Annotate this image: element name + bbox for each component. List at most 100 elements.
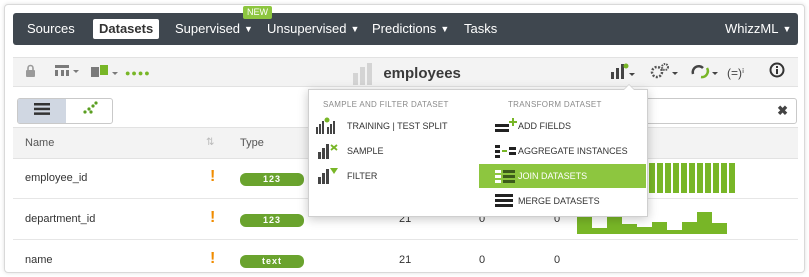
menu-label: JOIN DATASETS [518, 171, 588, 181]
formula-label: (=)ⁱ [727, 66, 745, 80]
merge-icon [494, 192, 518, 210]
menu-label: MERGE DATASETS [518, 196, 600, 206]
list-view-icon[interactable] [18, 99, 66, 123]
dataset-name: employees [383, 64, 461, 82]
dataset-bars-icon [353, 62, 374, 85]
histogram-bar [682, 222, 697, 234]
count-value: 21 [399, 254, 412, 266]
histogram-bar [637, 227, 652, 234]
menu-label: ADD FIELDS [518, 121, 572, 131]
lock-icon[interactable] [25, 64, 36, 82]
nav-predictions-label: Predictions [372, 21, 437, 36]
histogram-bar [622, 224, 637, 234]
column-type[interactable]: Type [240, 137, 264, 149]
histogram-bar [729, 163, 735, 193]
histogram-bar [577, 215, 592, 234]
nav-unsupervised-label: Unsupervised [267, 21, 347, 36]
menu-label: TRAINING | TEST SPLIT [347, 121, 448, 131]
menu-label: FILTER [347, 171, 378, 181]
dataset-actions-menu: SAMPLE AND FILTER DATASET TRANSFORM DATA… [308, 89, 648, 217]
histogram-bar [721, 163, 727, 193]
histogram-bar [592, 228, 607, 234]
warning-icon: ! [210, 209, 216, 226]
nav-tasks[interactable]: Tasks [464, 13, 497, 45]
nav-whizzml[interactable]: WhizzML ▼ [725, 13, 791, 45]
tree-icon[interactable] [53, 64, 79, 82]
cloud-refresh-icon[interactable] [689, 62, 719, 84]
menu-join-datasets[interactable]: JOIN DATASETS [479, 164, 646, 188]
histogram-bar [652, 222, 667, 234]
info-icon[interactable] [769, 62, 785, 84]
histogram-bar [697, 163, 703, 193]
missing-value: 0 [479, 254, 486, 266]
nav-datasets-label: Datasets [99, 21, 154, 36]
nav-supervised-label: Supervised [175, 21, 241, 36]
nav-supervised[interactable]: Supervised ▼ [175, 13, 253, 45]
view-toggle [17, 98, 113, 124]
nav-sources-label: Sources [27, 21, 75, 36]
scatter-view-icon[interactable] [66, 99, 112, 123]
histogram-bar [607, 215, 622, 234]
nav-whizzml-label: WhizzML [725, 21, 779, 36]
errors-value: 0 [554, 254, 561, 266]
histogram-bar [689, 163, 695, 193]
chart-icon[interactable] [609, 62, 635, 84]
add-fields-icon [494, 117, 518, 135]
menu-add-fields[interactable]: ADD FIELDS [486, 114, 646, 138]
dataset-toolbar: ●●●● employees (=)ⁱ [13, 57, 798, 87]
histogram-bar [657, 163, 663, 193]
dropdown-arrow [623, 84, 635, 90]
menu-aggregate-instances[interactable]: AGGREGATE INSTANCES [486, 139, 646, 163]
histogram-bar [665, 163, 671, 193]
type-badge: text [240, 255, 304, 268]
menu-label: AGGREGATE INSTANCES [518, 146, 628, 156]
caret-down-icon: ▼ [782, 24, 792, 34]
histogram-bar [649, 163, 655, 193]
formula-icon[interactable]: (=)ⁱ [727, 62, 744, 84]
nav-tasks-label: Tasks [464, 21, 498, 36]
caret-down-icon: ▼ [440, 24, 450, 34]
histogram-bar [713, 163, 719, 193]
section-transform: TRANSFORM DATASET [508, 100, 602, 109]
nav-datasets[interactable]: Datasets [93, 19, 160, 39]
menu-filter[interactable]: FILTER [315, 164, 475, 188]
clear-icon[interactable]: ✖ [777, 103, 788, 119]
aggregate-icon [494, 142, 518, 160]
join-icon [494, 167, 518, 185]
sample-icon [315, 142, 339, 160]
menu-sample[interactable]: SAMPLE [315, 139, 475, 163]
dataset-icon[interactable] [89, 64, 119, 82]
menu-training-test-split[interactable]: TRAINING | TEST SPLIT [315, 114, 475, 138]
histogram-bar [681, 163, 687, 193]
histogram-bar [712, 223, 727, 234]
dots-icon[interactable]: ●●●● [125, 64, 151, 82]
histogram-bar [667, 230, 682, 234]
dataset-title: employees [353, 62, 461, 85]
type-badge: 123 [240, 173, 304, 186]
table-row[interactable]: name ! text 21 0 0 [13, 241, 798, 272]
field-name[interactable]: department_id [25, 213, 95, 225]
search-input[interactable]: ✖ [645, 98, 797, 124]
sort-icon[interactable]: ⇅ [206, 137, 214, 148]
field-name[interactable]: employee_id [25, 172, 87, 184]
menu-label: SAMPLE [347, 146, 384, 156]
gear-icon[interactable] [649, 62, 679, 84]
histogram-bar [705, 163, 711, 193]
caret-down-icon: ▼ [350, 24, 360, 34]
menu-merge-datasets[interactable]: MERGE DATASETS [486, 189, 646, 213]
section-sample-filter: SAMPLE AND FILTER DATASET [323, 100, 449, 109]
column-name[interactable]: Name [25, 137, 54, 149]
warning-icon: ! [210, 168, 216, 185]
field-name[interactable]: name [25, 254, 53, 266]
split-icon [315, 117, 339, 135]
nav-unsupervised[interactable]: Unsupervised ▼ [267, 13, 359, 45]
nav-predictions[interactable]: Predictions ▼ [372, 13, 449, 45]
nav-sources[interactable]: Sources [27, 13, 75, 45]
histogram-bar [673, 163, 679, 193]
app-window: Sources Datasets Supervised ▼ NEW Unsuper… [4, 4, 805, 273]
warning-icon: ! [210, 250, 216, 267]
top-nav: Sources Datasets Supervised ▼ NEW Unsuper… [13, 6, 798, 45]
histogram-bar [697, 212, 712, 234]
type-badge: 123 [240, 214, 304, 227]
filter-icon [315, 167, 339, 185]
